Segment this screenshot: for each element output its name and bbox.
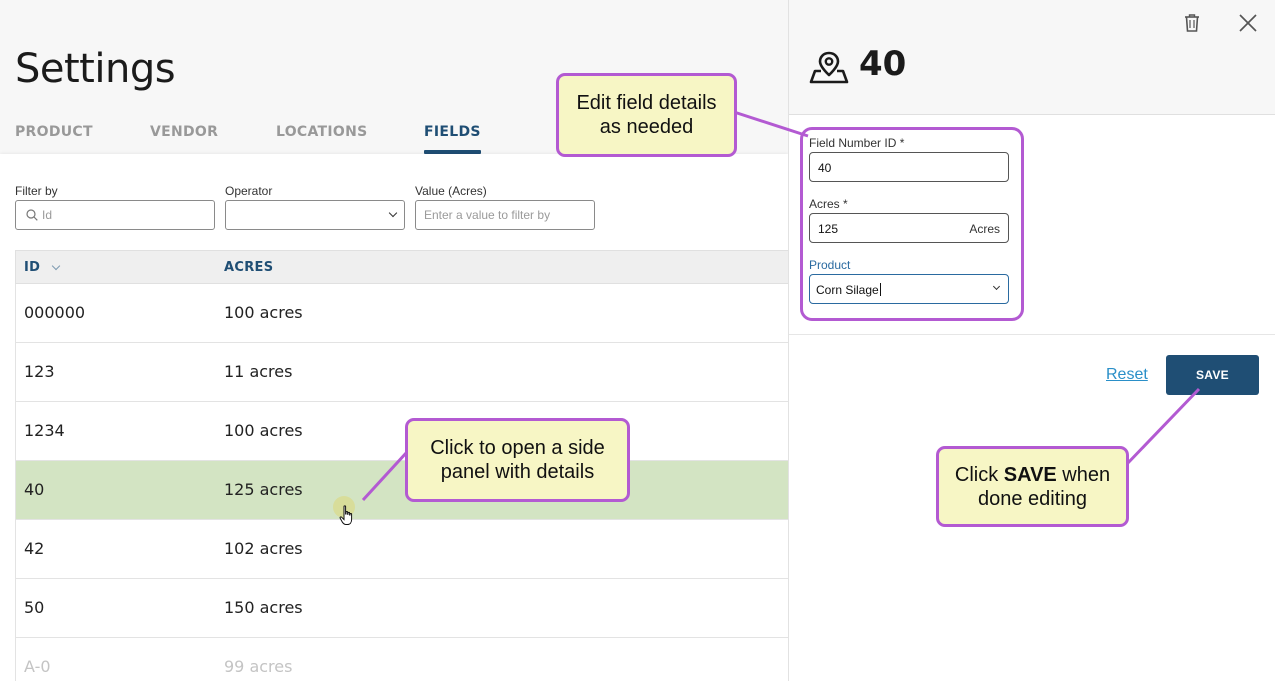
product-label: Product [809, 258, 851, 272]
panel-title: 40 [859, 44, 907, 84]
save-button[interactable]: SAVE [1166, 355, 1259, 395]
close-icon[interactable] [1237, 12, 1259, 34]
search-icon [26, 209, 38, 221]
click-row-callout-line2: panel with details [440, 461, 595, 483]
filter-by-label: Filter by [15, 184, 58, 198]
operator-select[interactable] [225, 200, 405, 230]
acres-value: 125 [818, 222, 839, 236]
click-row-callout-line1: Click to open a side [430, 437, 605, 459]
field-number-value: 40 [818, 161, 832, 175]
product-select[interactable]: Corn Silage [809, 274, 1009, 304]
field-number-input[interactable]: 40 [809, 152, 1009, 182]
column-header-id[interactable]: ID [24, 260, 40, 275]
cell-acres: 100 acres [224, 303, 303, 322]
value-input[interactable]: Enter a value to filter by [415, 200, 595, 230]
edit-callout-line1: Edit field details [576, 92, 717, 114]
cell-id: 000000 [24, 303, 86, 322]
cell-id: 123 [24, 362, 55, 381]
save-callout-line2: done editing [978, 487, 1087, 510]
cell-id: A-0 [24, 657, 51, 676]
table-row[interactable]: 123 11 acres [15, 343, 788, 402]
fields-content: Filter by Id Operator Value (Acres) Ente… [0, 154, 788, 681]
page-title: Settings [15, 46, 176, 92]
map-pin-icon [809, 51, 849, 84]
table-row[interactable]: A-0 99 acres [15, 638, 788, 681]
cell-acres: 125 acres [224, 480, 303, 499]
table-row[interactable]: 000000 100 acres [15, 284, 788, 343]
table-row-selected[interactable]: 40 125 acres [15, 461, 788, 520]
chevron-down-icon [388, 208, 398, 218]
cell-acres: 102 acres [224, 539, 303, 558]
table-row[interactable]: 1234 100 acres [15, 402, 788, 461]
text-caret [879, 283, 881, 296]
tab-fields[interactable]: FIELDS [424, 124, 481, 154]
filter-by-placeholder: Id [42, 208, 53, 222]
table-header: ID ACRES [15, 250, 788, 284]
save-callout-line1: Click SAVE when [955, 463, 1110, 487]
cell-id: 50 [24, 598, 45, 617]
cell-id: 42 [24, 539, 45, 558]
cell-acres: 99 acres [224, 657, 293, 676]
trash-icon[interactable] [1181, 12, 1203, 34]
sort-chevron-icon[interactable] [51, 261, 61, 271]
edit-callout-line2: as needed [599, 116, 694, 138]
cell-id: 40 [24, 480, 45, 499]
operator-label: Operator [225, 184, 273, 198]
cell-id: 1234 [24, 421, 65, 440]
save-callout-suffix: when [1056, 463, 1111, 486]
filter-by-input[interactable]: Id [15, 200, 215, 230]
field-details-panel: 40 Field Number ID * 40 Acres * 125 Acre… [788, 0, 1275, 681]
panel-divider [789, 334, 1275, 335]
cell-acres: 11 acres [224, 362, 293, 381]
fields-table: ID ACRES 000000 100 acres 123 11 acres 1… [15, 250, 788, 681]
hand-cursor-icon [339, 505, 353, 525]
column-header-acres[interactable]: ACRES [224, 260, 273, 275]
cell-acres: 100 acres [224, 421, 303, 440]
save-callout-prefix: Click [954, 463, 1004, 486]
tab-vendor[interactable]: VENDOR [150, 124, 218, 154]
tab-product[interactable]: PRODUCT [15, 124, 93, 154]
product-value: Corn Silage [816, 283, 879, 297]
acres-suffix: Acres [969, 222, 1000, 236]
save-callout: Click SAVE when done editing [936, 446, 1129, 527]
field-number-label: Field Number ID * [809, 136, 905, 150]
product-value-wrap: Corn Silage [816, 283, 881, 297]
acres-input[interactable]: 125 Acres [809, 213, 1009, 243]
value-label: Value (Acres) [415, 184, 487, 198]
panel-header: 40 [789, 0, 1275, 115]
edit-callout: Edit field details as needed [556, 73, 737, 157]
acres-label: Acres * [809, 197, 848, 211]
value-placeholder: Enter a value to filter by [424, 208, 551, 222]
click-row-callout: Click to open a side panel with details [405, 418, 630, 502]
table-row[interactable]: 50 150 acres [15, 579, 788, 638]
table-row[interactable]: 42 102 acres [15, 520, 788, 579]
mouse-cursor [333, 496, 359, 530]
tab-locations[interactable]: LOCATIONS [276, 124, 368, 154]
reset-link[interactable]: Reset [1106, 366, 1148, 384]
chevron-down-icon [992, 282, 1001, 291]
cell-acres: 150 acres [224, 598, 303, 617]
save-callout-bold: SAVE [1003, 463, 1057, 486]
